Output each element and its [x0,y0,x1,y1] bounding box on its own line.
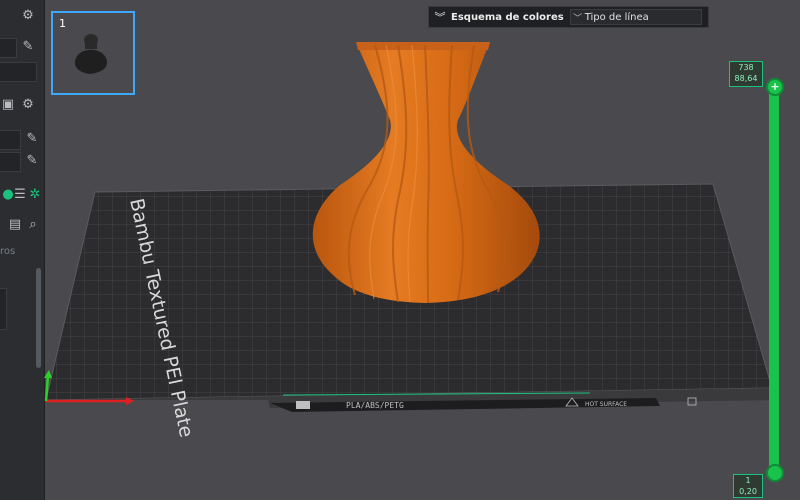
plate-number: 1 [59,17,66,30]
color-scheme-bar: ︾ Esquema de colores ﹀ Tipo de línea [428,6,709,28]
layer-slider-bottom-handle[interactable] [766,464,784,482]
hot-surface-label: HOT SURFACE [585,401,627,408]
bottom-layer-badge: 1 0,20 [733,474,763,498]
layer-slider-top-handle[interactable]: + [766,78,784,96]
chevron-down-icon: ﹀ [573,13,583,24]
plate-thumbnail-panel: 1 [46,6,138,104]
top-layer-number: 738 [738,63,754,72]
color-scheme-label: Esquema de colores [451,11,564,23]
qr-icon [296,401,310,409]
layer-slider-track[interactable] [769,88,779,473]
vase-model[interactable] [312,42,540,304]
top-layer-badge: 738 88,64 [729,61,763,87]
bottom-layer-number: 1 [745,476,751,485]
color-scheme-dropdown[interactable]: ﹀ Tipo de línea [569,9,702,25]
bottom-layer-height: 0,20 [739,487,757,496]
filament-tag-label: PLA/ABS/PETG [346,401,404,410]
color-scheme-selected: Tipo de línea [584,11,649,23]
top-layer-height: 88,64 [734,74,758,83]
y-axis-arrow [44,370,52,378]
plate-thumbnail[interactable]: 1 [51,11,135,95]
collapse-chevron-icon[interactable]: ︾ [429,9,451,25]
